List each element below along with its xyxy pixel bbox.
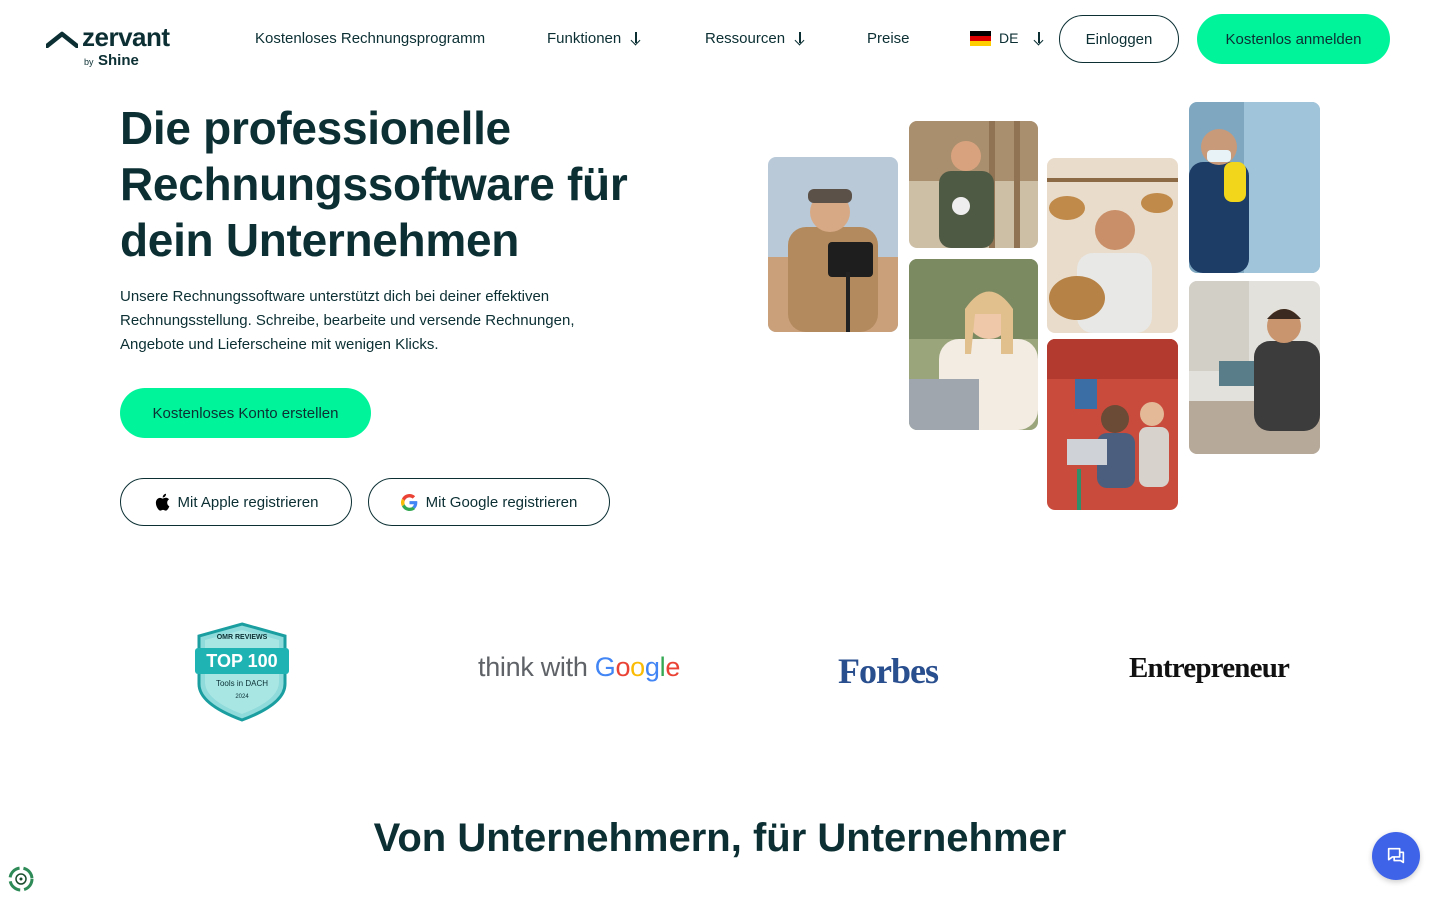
nav-functions[interactable]: Funktionen	[547, 30, 641, 47]
brand-name: zervant	[82, 22, 170, 52]
photo-videographer	[768, 157, 898, 332]
nav-functions-label: Funktionen	[547, 30, 622, 47]
brand-by: by	[84, 57, 94, 67]
signup-button[interactable]: Kostenlos anmelden	[1197, 14, 1390, 64]
language-selector[interactable]: DE	[970, 30, 1044, 46]
omr-top100: TOP 100	[206, 651, 278, 671]
apple-register-button[interactable]: Mit Apple registrieren	[120, 478, 352, 526]
nav-free-invoice-program[interactable]: Kostenloses Rechnungsprogramm	[255, 30, 485, 47]
eco-badge-icon[interactable]	[6, 864, 36, 894]
google-icon	[400, 493, 417, 511]
chat-button[interactable]	[1372, 832, 1420, 880]
twg-letter: o	[615, 652, 631, 682]
forbes-logo: Forbes	[838, 651, 939, 691]
zervant-logo[interactable]: zervant by Shine	[46, 22, 186, 72]
twg-letter: G	[594, 652, 616, 682]
arrow-down-icon	[1034, 31, 1044, 45]
brand-parent: Shine	[98, 52, 139, 69]
photo-baker	[1047, 158, 1178, 333]
chat-icon	[1387, 847, 1405, 864]
omr-top100-badge: OMR REVIEWS TOP 100 Tools in DACH 2024	[195, 622, 289, 722]
section-title: Von Unternehmern, für Unternehmer	[373, 816, 1067, 860]
google-register-button[interactable]: Mit Google registrieren	[368, 478, 610, 526]
hero-description: Unsere Rechnungssoftware unterstützt dic…	[120, 288, 575, 353]
twg-letter: g	[644, 652, 660, 682]
photo-woman-laptop	[909, 259, 1038, 430]
hero-title: Die professionelle Rechnungssoftware für…	[120, 102, 628, 266]
twg-letter: e	[665, 652, 681, 682]
nav-resources[interactable]: Ressourcen	[705, 30, 805, 47]
login-button[interactable]: Einloggen	[1059, 15, 1179, 63]
apple-register-label: Mit Apple registrieren	[177, 493, 319, 511]
twg-prefix: think with	[478, 652, 595, 682]
photo-carpenter	[909, 121, 1038, 248]
photo-technician	[1189, 281, 1320, 454]
create-account-button[interactable]: Kostenloses Konto erstellen	[120, 388, 371, 438]
language-code: DE	[999, 30, 1019, 46]
arrow-down-icon	[631, 32, 641, 45]
omr-subtitle: Tools in DACH	[215, 679, 268, 688]
photo-cleaner	[1189, 102, 1320, 273]
arrow-down-icon	[795, 32, 805, 45]
nav-free-invoice-program-label: Kostenloses Rechnungsprogramm	[255, 30, 486, 47]
photo-two-people-laptop	[1047, 339, 1178, 510]
nav-resources-label: Ressourcen	[705, 30, 786, 47]
apple-icon	[155, 493, 169, 511]
omr-year: 2024	[235, 694, 249, 700]
entrepreneur-logo: Entrepreneur	[1129, 652, 1290, 684]
site-header: zervant by Shine Kostenloses Rechnungspr…	[0, 0, 1440, 80]
google-register-label: Mit Google registrieren	[425, 493, 578, 511]
nav-prices-label: Preise	[867, 30, 910, 47]
omr-brand: OMR REVIEWS	[216, 634, 268, 641]
zervant-mark-icon	[46, 31, 78, 48]
germany-flag-icon	[970, 30, 991, 46]
nav-prices[interactable]: Preise	[867, 30, 910, 47]
twg-letter: o	[630, 652, 645, 682]
think-with-google-logo: think with Google	[478, 652, 680, 683]
